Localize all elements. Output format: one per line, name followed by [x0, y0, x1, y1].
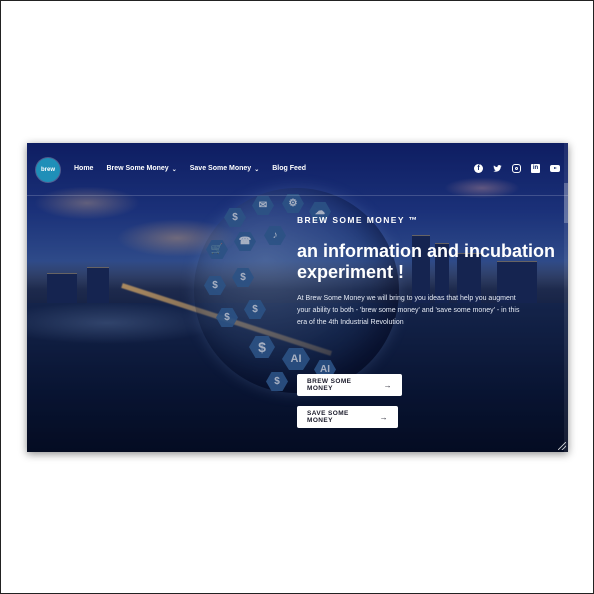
- main-menu: Home Brew Some Money ⌄ Save Some Money ⌄…: [74, 165, 306, 173]
- nav-item-label: Save Some Money: [189, 165, 252, 172]
- hero-description: At Brew Some Money we will bring to you …: [297, 295, 520, 326]
- twitter-bird-shape: [493, 165, 502, 172]
- button-label: SAVE SOME MONEY: [307, 410, 349, 424]
- resize-grip-icon[interactable]: [558, 442, 566, 450]
- top-navigation: brew Home Brew Some Money ⌄ Save Some Mo…: [27, 143, 568, 196]
- hero-headline: an information and incubation experiment…: [297, 241, 555, 282]
- save-some-money-button[interactable]: SAVE SOME MONEY →: [297, 406, 398, 428]
- brew-some-money-button[interactable]: BREW SOME MONEY →: [297, 374, 402, 396]
- youtube-icon[interactable]: [550, 165, 560, 172]
- nav-item-label: Blog Feed: [272, 165, 307, 172]
- chevron-down-icon: ⌄: [171, 167, 177, 173]
- screenshot-frame: $ ✉ ⚙ ☁ 🛒 ☎ ♪ $ $ $ $ $ AI AI $ brew Hom…: [0, 0, 594, 594]
- instagram-icon[interactable]: [512, 164, 521, 173]
- nav-item-label: Home: [74, 165, 94, 172]
- nav-item-label: Brew Some Money: [106, 165, 169, 172]
- hero-eyebrow: BREW SOME MONEY ™: [297, 215, 419, 225]
- nav-item-home[interactable]: Home: [74, 165, 93, 172]
- arrow-right-icon: →: [383, 380, 392, 390]
- chevron-down-icon: ⌄: [254, 167, 260, 173]
- arrow-right-icon: →: [379, 412, 388, 422]
- nav-item-blog-feed[interactable]: Blog Feed: [272, 165, 306, 172]
- nav-item-save-some-money[interactable]: Save Some Money ⌄: [189, 165, 260, 173]
- scrollbar-thumb[interactable]: [564, 183, 568, 223]
- page-scrollbar[interactable]: [564, 143, 568, 452]
- nav-item-brew-some-money[interactable]: Brew Some Money ⌄: [106, 165, 177, 173]
- site-logo[interactable]: brew: [36, 158, 60, 182]
- hero-content: BREW SOME MONEY ™ an information and inc…: [297, 215, 562, 329]
- button-label: BREW SOME MONEY: [307, 378, 352, 392]
- linkedin-icon[interactable]: in: [531, 164, 540, 173]
- twitter-icon[interactable]: [493, 164, 502, 173]
- facebook-icon[interactable]: f: [474, 164, 483, 173]
- social-links: f in: [474, 164, 560, 173]
- website-hero-screen: $ ✉ ⚙ ☁ 🛒 ☎ ♪ $ $ $ $ $ AI AI $ brew Hom…: [27, 143, 568, 452]
